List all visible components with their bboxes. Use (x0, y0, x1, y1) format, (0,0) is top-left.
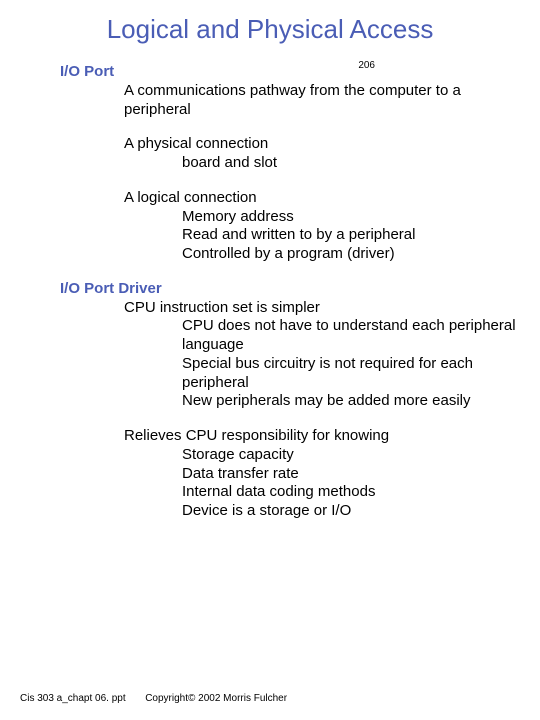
slide-title: Logical and Physical Access (0, 0, 540, 45)
footer: Cis 303 a_chapt 06. ppt Copyright© 2002 … (20, 693, 287, 704)
list-item: Special bus circuitry is not required fo… (60, 355, 520, 393)
paragraph: A physical connection (60, 135, 520, 154)
paragraph: Relieves CPU responsibility for knowing (60, 427, 520, 446)
list-item: New peripherals may be added more easily (60, 392, 520, 411)
list-item: CPU does not have to understand each per… (60, 317, 520, 355)
list-item: Internal data coding methods (60, 483, 520, 502)
list-item: Data transfer rate (60, 465, 520, 484)
section-heading-io-port-driver: I/O Port Driver (60, 280, 520, 299)
section-heading-io-port: I/O Port (60, 63, 520, 82)
list-item: board and slot (60, 154, 520, 173)
footer-copyright: Copyright© 2002 Morris Fulcher (145, 693, 287, 704)
list-item: Storage capacity (60, 446, 520, 465)
paragraph: A communications pathway from the comput… (60, 82, 520, 120)
list-item: Controlled by a program (driver) (60, 245, 520, 264)
list-item: Device is a storage or I/O (60, 502, 520, 521)
list-item: Read and written to by a peripheral (60, 226, 520, 245)
paragraph: A logical connection (60, 189, 520, 208)
list-item: Memory address (60, 208, 520, 227)
footer-filename: Cis 303 a_chapt 06. ppt (20, 693, 126, 704)
paragraph: CPU instruction set is simpler (60, 299, 520, 318)
page-number: 206 (358, 60, 375, 71)
slide-content: I/O Port A communications pathway from t… (0, 45, 540, 521)
